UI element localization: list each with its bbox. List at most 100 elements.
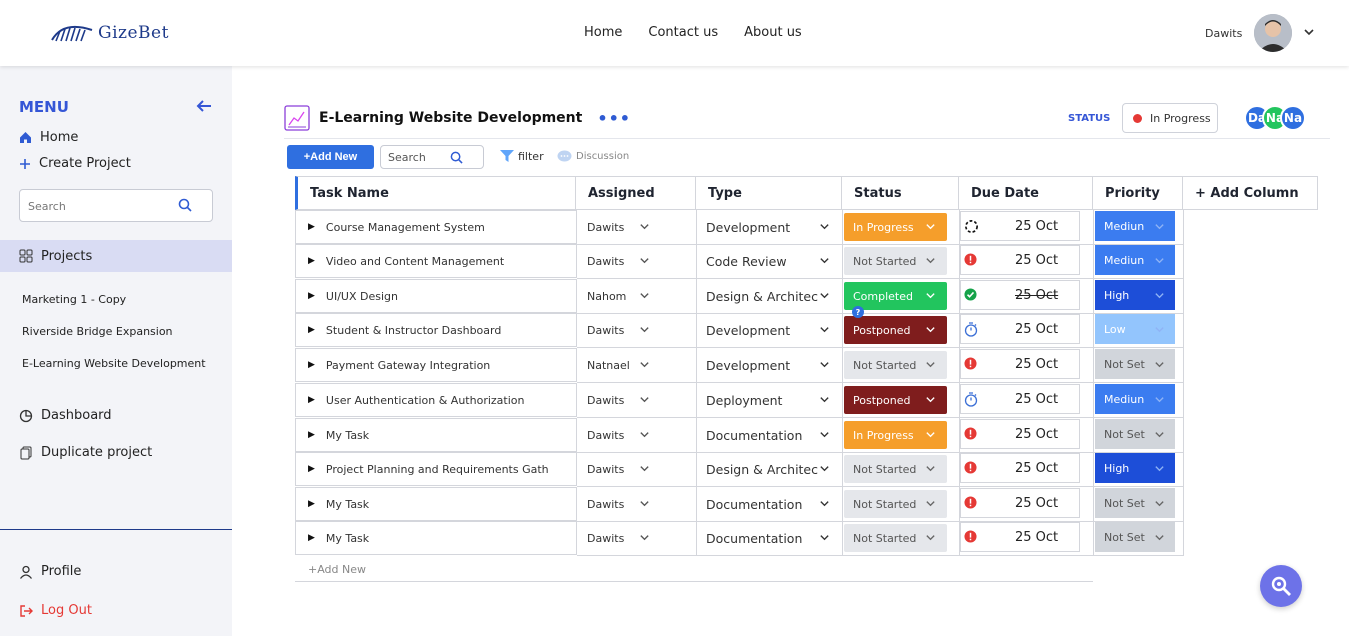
- sidebar-item-duplicate[interactable]: Duplicate project: [19, 445, 152, 460]
- type-select[interactable]: Documentation: [696, 487, 824, 521]
- table-row[interactable]: ▶ My Task: [295, 418, 577, 452]
- table-row[interactable]: ▶ Student & Instructor Dashboard: [295, 313, 577, 347]
- chevron-down-icon[interactable]: [925, 429, 936, 440]
- due-date-field[interactable]: 25 Oct: [960, 349, 1080, 379]
- chevron-down-icon[interactable]: [925, 498, 936, 509]
- chevron-down-icon[interactable]: [819, 324, 830, 335]
- chevron-down-icon[interactable]: [925, 463, 936, 474]
- chevron-down-icon[interactable]: [925, 324, 936, 335]
- assignee-select[interactable]: Dawits: [577, 452, 696, 486]
- type-select[interactable]: Development: [696, 210, 824, 244]
- chevron-down-icon[interactable]: [639, 359, 650, 370]
- user-name[interactable]: Dawits: [1205, 27, 1242, 40]
- chevron-down-icon[interactable]: [819, 429, 830, 440]
- assignee-select[interactable]: Nahom: [577, 279, 696, 313]
- filter-button[interactable]: filter: [500, 150, 544, 163]
- expand-row-icon[interactable]: ▶: [308, 222, 315, 232]
- chevron-down-icon[interactable]: [639, 429, 650, 440]
- chevron-down-icon[interactable]: [925, 359, 936, 370]
- expand-row-icon[interactable]: ▶: [308, 325, 315, 335]
- task-name[interactable]: My Task: [326, 532, 369, 545]
- sidebar-project-item[interactable]: Riverside Bridge Expansion: [22, 325, 173, 338]
- brand-logo[interactable]: GizeBet: [50, 22, 169, 44]
- due-date-field[interactable]: 25 Oct: [960, 280, 1080, 310]
- sidebar-item-create-project[interactable]: Create Project: [19, 156, 131, 171]
- type-select[interactable]: Design & Architec: [696, 452, 824, 486]
- task-name[interactable]: Student & Instructor Dashboard: [326, 324, 501, 337]
- due-date-field[interactable]: 25 Oct: [960, 419, 1080, 449]
- sidebar-item-projects[interactable]: Projects: [0, 240, 232, 272]
- expand-row-icon[interactable]: ▶: [308, 464, 315, 474]
- task-name[interactable]: User Authentication & Authorization: [326, 394, 525, 407]
- chevron-down-icon[interactable]: [925, 290, 936, 301]
- due-date-field[interactable]: 25 Oct: [960, 384, 1080, 414]
- member-avatar[interactable]: Na: [1280, 105, 1306, 131]
- nav-contact[interactable]: Contact us: [648, 25, 718, 40]
- type-select[interactable]: Documentation: [696, 521, 824, 555]
- chevron-down-icon[interactable]: [819, 463, 830, 474]
- table-row[interactable]: ▶ Project Planning and Requirements Gath: [295, 452, 577, 486]
- chevron-down-icon[interactable]: [819, 290, 830, 301]
- discussion-button[interactable]: Discussion: [557, 150, 629, 163]
- task-name[interactable]: Project Planning and Requirements Gath: [326, 463, 549, 476]
- chevron-down-icon[interactable]: [1154, 463, 1165, 474]
- assignee-select[interactable]: Dawits: [577, 521, 696, 555]
- sidebar-item-home[interactable]: Home: [19, 130, 78, 145]
- chevron-down-icon[interactable]: [639, 290, 650, 301]
- sidebar-search-input[interactable]: Search: [19, 189, 213, 222]
- assignee-select[interactable]: Dawits: [577, 210, 696, 244]
- task-name[interactable]: Payment Gateway Integration: [326, 359, 490, 372]
- expand-row-icon[interactable]: ▶: [308, 256, 315, 266]
- chevron-down-icon[interactable]: [639, 324, 650, 335]
- assignee-select[interactable]: Dawits: [577, 244, 696, 278]
- chevron-down-icon[interactable]: [925, 255, 936, 266]
- chevron-down-icon[interactable]: [1154, 290, 1165, 301]
- expand-row-icon[interactable]: ▶: [308, 291, 315, 301]
- add-column-button[interactable]: + Add Column: [1183, 176, 1318, 210]
- type-select[interactable]: Code Review: [696, 244, 824, 278]
- task-name[interactable]: My Task: [326, 498, 369, 511]
- table-row[interactable]: ▶ UI/UX Design: [295, 279, 577, 313]
- sidebar-item-logout[interactable]: Log Out: [19, 603, 92, 618]
- arrow-left-icon[interactable]: [196, 99, 212, 113]
- nav-about[interactable]: About us: [744, 25, 802, 40]
- task-name[interactable]: Course Management System: [326, 221, 485, 234]
- sidebar-item-profile[interactable]: Profile: [19, 564, 81, 579]
- sidebar-project-item[interactable]: Marketing 1 - Copy: [22, 293, 126, 306]
- expand-row-icon[interactable]: ▶: [308, 499, 315, 509]
- expand-row-icon[interactable]: ▶: [308, 430, 315, 440]
- expand-row-icon[interactable]: ▶: [308, 360, 315, 370]
- chevron-down-icon[interactable]: [639, 255, 650, 266]
- table-row[interactable]: ▶ User Authentication & Authorization: [295, 383, 577, 417]
- due-date-field[interactable]: 25 Oct: [960, 245, 1080, 275]
- chevron-down-icon[interactable]: [639, 498, 650, 509]
- avatar[interactable]: [1254, 14, 1292, 52]
- expand-row-icon[interactable]: ▶: [308, 533, 315, 543]
- chevron-down-icon[interactable]: [639, 463, 650, 474]
- chevron-down-icon[interactable]: [1154, 324, 1165, 335]
- chevron-down-icon[interactable]: [819, 532, 830, 543]
- chevron-down-icon[interactable]: [639, 221, 650, 232]
- assignee-select[interactable]: Dawits: [577, 487, 696, 521]
- table-row[interactable]: ▶ Course Management System: [295, 210, 577, 244]
- assignee-select[interactable]: Dawits: [577, 383, 696, 417]
- chevron-down-icon[interactable]: [1154, 532, 1165, 543]
- due-date-field[interactable]: 25 Oct: [960, 453, 1080, 483]
- type-select[interactable]: Development: [696, 313, 824, 347]
- table-row[interactable]: ▶ Video and Content Management: [295, 244, 577, 278]
- search-fab-button[interactable]: [1260, 565, 1302, 607]
- search-icon[interactable]: [450, 151, 463, 164]
- task-name[interactable]: UI/UX Design: [326, 290, 398, 303]
- type-select[interactable]: Design & Architec: [696, 279, 824, 313]
- type-select[interactable]: Development: [696, 348, 824, 382]
- due-date-field[interactable]: 25 Oct: [960, 488, 1080, 518]
- chevron-down-icon[interactable]: [1154, 498, 1165, 509]
- due-date-field[interactable]: 25 Oct: [960, 522, 1080, 552]
- search-icon[interactable]: [178, 198, 192, 212]
- sidebar-item-dashboard[interactable]: Dashboard: [19, 408, 112, 423]
- chevron-down-icon[interactable]: [1154, 429, 1165, 440]
- expand-row-icon[interactable]: ▶: [308, 395, 315, 405]
- chevron-down-icon[interactable]: [639, 394, 650, 405]
- project-status-select[interactable]: In Progress: [1122, 103, 1218, 133]
- chevron-down-icon[interactable]: [1154, 255, 1165, 266]
